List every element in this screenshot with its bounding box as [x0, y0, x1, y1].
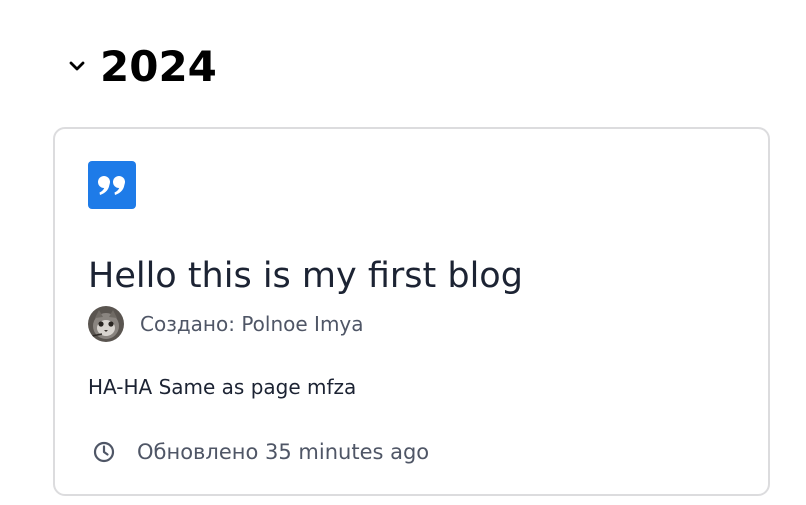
post-summary: HA-HA Same as page mfza	[88, 375, 357, 399]
author-info: Создано: Polnoe Imya	[88, 305, 364, 343]
clock-icon	[92, 440, 116, 464]
author-label: Создано: Polnoe Imya	[140, 312, 364, 336]
updated-label: Обновлено 35 minutes ago	[137, 440, 430, 464]
blog-post-card: Hello this is my first blog Создано: Pol…	[53, 127, 770, 496]
updated-info: Обновлено 35 minutes ago	[92, 435, 429, 469]
quote-icon	[88, 161, 136, 209]
avatar	[88, 306, 124, 342]
post-title-link[interactable]: Hello this is my first blog	[88, 249, 523, 303]
chevron-down-icon[interactable]	[66, 55, 88, 77]
year-heading: 2024	[100, 41, 217, 91]
year-section-toggle[interactable]: 2024	[66, 38, 217, 94]
